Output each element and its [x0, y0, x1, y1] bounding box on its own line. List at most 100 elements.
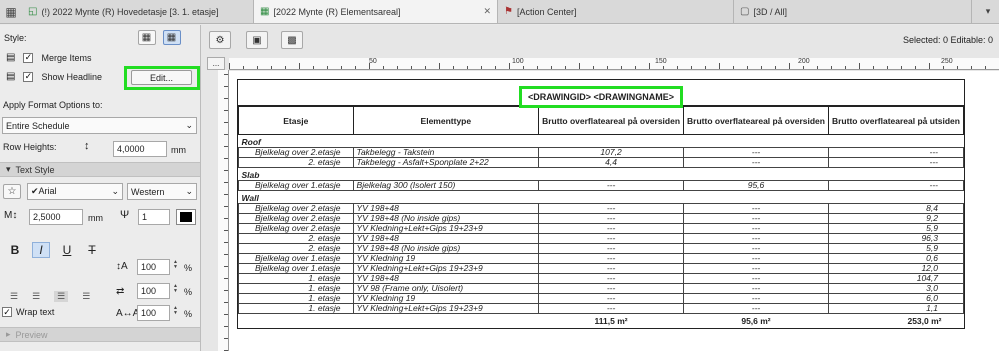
table-cell[interactable]: YV 198+48 (No inside gips) [352, 213, 540, 224]
tab-schedule[interactable]: ▦ [2022 Mynte (R) Elementsareal] ✕ [254, 0, 498, 23]
column-header[interactable]: Etasje [238, 106, 354, 135]
table-cell[interactable]: YV 198+48 (No inside gips) [352, 243, 540, 254]
align-left-icon[interactable]: ☰ [10, 291, 18, 302]
table-cell[interactable]: --- [538, 223, 685, 234]
table-cell[interactable]: 104,7 [827, 273, 965, 284]
table-cell[interactable]: 5,9 [827, 243, 965, 254]
tab-floor-plan[interactable]: ◱ (!) 2022 Mynte (R) Hovedetasje [3. 1. … [22, 0, 254, 23]
tab-3d[interactable]: ▢ [3D / All] [734, 0, 972, 23]
ruler-corner[interactable]: ... [207, 57, 225, 70]
zoom-selection-icon[interactable]: ▩ [281, 31, 303, 49]
tab-overview-icon[interactable]: ▦ [0, 0, 22, 23]
table-cell[interactable]: 1. etasje [238, 303, 354, 314]
zoom-fit-icon[interactable]: ▣ [246, 31, 268, 49]
table-cell[interactable]: YV Kledning 19 [352, 293, 540, 304]
table-cell[interactable]: --- [683, 253, 829, 264]
indent2-input[interactable]: 100 [137, 283, 170, 299]
table-cell[interactable]: --- [683, 203, 829, 214]
table-cell[interactable]: 2. etasje [238, 157, 354, 168]
table-row[interactable]: 1. etasje YV Kledning 19 --- --- 6,0 [238, 293, 965, 304]
table-cell[interactable]: --- [683, 223, 829, 234]
indent2-spinner[interactable]: ▲ ▼ [173, 284, 178, 294]
font-select[interactable]: ✔Arial ⌄ [27, 183, 123, 200]
table-cell[interactable]: --- [683, 273, 829, 284]
table-cell[interactable]: --- [538, 233, 685, 244]
pen-input[interactable]: 1 [138, 209, 170, 225]
table-cell[interactable]: Takbelegg - Asfalt+Sponplate 2+22 [352, 157, 540, 168]
table-cell[interactable]: YV 98 (Frame only, Uisolert) [352, 283, 540, 294]
table-row[interactable]: Bjelkelag over 2.etasje YV 198+48 --- --- 8,… [238, 203, 965, 214]
preview-section[interactable]: ▸ Preview [0, 327, 200, 342]
table-cell[interactable]: YV Kledning+Lekt+Gips 19+23+9 [352, 263, 540, 274]
table-cell[interactable]: --- [538, 293, 685, 304]
table-cell[interactable]: 2. etasje [238, 243, 354, 254]
table-cell[interactable]: Bjelkelag over 2.etasje [238, 203, 354, 214]
table-cell[interactable]: YV Kledning+Lekt+Gips 19+23+9 [352, 303, 540, 314]
schedule-title[interactable]: <DRAWINGID> <DRAWINGNAME> [518, 86, 684, 108]
tab-action-center[interactable]: ⚑ [Action Center] [498, 0, 734, 23]
table-cell[interactable]: --- [683, 213, 829, 224]
table-row[interactable]: 1. etasje YV 98 (Frame only, Uisolert) ---… [238, 283, 965, 294]
charset-select[interactable]: Western ⌄ [127, 183, 197, 200]
table-row[interactable]: Bjelkelag over 2.etasje Takbelegg - Takst… [238, 147, 965, 158]
align-justify-icon[interactable]: ☰ [82, 291, 90, 302]
table-cell[interactable]: 1. etasje [238, 273, 354, 284]
table-cell[interactable]: YV Kledning 19 [352, 253, 540, 264]
table-cell[interactable]: 1. etasje [238, 283, 354, 294]
bold-icon[interactable]: B [7, 243, 23, 257]
style-list-icon[interactable]: ▦ [137, 30, 156, 45]
table-cell[interactable]: --- [538, 303, 685, 314]
table-cell[interactable]: Bjelkelag over 2.etasje [238, 223, 354, 234]
font-size-input[interactable]: 2,5000 [29, 209, 83, 225]
wrap-text-checkbox[interactable]: ✓ [2, 307, 12, 317]
pen-color-swatch[interactable] [176, 209, 196, 225]
column-header[interactable]: Brutto overflateareal på oversiden [683, 106, 829, 135]
table-cell[interactable]: --- [683, 303, 829, 314]
table-cell[interactable]: Bjelkelag over 2.etasje [238, 213, 354, 224]
table-cell[interactable]: --- [827, 147, 965, 158]
table-cell[interactable]: --- [683, 293, 829, 304]
table-row[interactable]: Bjelkelag over 2.etasje YV Kledning+Lekt+… [238, 223, 965, 234]
table-cell[interactable]: YV Kledning+Lekt+Gips 19+23+9 [352, 223, 540, 234]
column-header[interactable]: Brutto overflateareal på oversiden [538, 106, 685, 135]
table-cell[interactable]: --- [538, 180, 685, 191]
table-cell[interactable]: 5,9 [827, 223, 965, 234]
column-header[interactable]: Elementtype [352, 106, 540, 135]
table-cell[interactable]: 2. etasje [238, 233, 354, 244]
table-cell[interactable]: --- [538, 253, 685, 264]
table-row[interactable]: Bjelkelag over 2.etasje YV 198+48 (No ins… [238, 213, 965, 224]
table-cell[interactable]: --- [538, 283, 685, 294]
style-grid-icon[interactable]: ▦ [162, 30, 181, 45]
table-cell[interactable]: Bjelkelag 300 (Isolert 150) [352, 180, 540, 191]
settings-gear-icon[interactable]: ⚙ [209, 31, 231, 49]
table-cell[interactable]: --- [683, 263, 829, 274]
table-cell[interactable]: --- [538, 213, 685, 224]
indent1-input[interactable]: 100 [137, 259, 170, 275]
table-cell[interactable]: 107,2 [538, 147, 685, 158]
merge-items-checkbox[interactable]: ✓ [23, 52, 34, 63]
table-cell[interactable]: 0,6 [827, 253, 965, 264]
table-cell[interactable]: --- [538, 203, 685, 214]
table-row[interactable]: Bjelkelag over 1.etasje Bjelkelag 300 (Is… [238, 180, 965, 191]
table-cell[interactable]: Bjelkelag over 1.etasje [238, 253, 354, 264]
table-cell[interactable]: Bjelkelag over 1.etasje [238, 180, 354, 191]
table-cell[interactable]: YV 198+48 [352, 273, 540, 284]
align-right-icon[interactable]: ☰ [54, 291, 69, 302]
table-cell[interactable]: Bjelkelag over 1.etasje [238, 263, 354, 274]
table-row[interactable]: Bjelkelag over 1.etasje YV Kledning 19 ---… [238, 253, 965, 264]
table-row[interactable]: Bjelkelag over 1.etasje YV Kledning+Lekt+… [238, 263, 965, 274]
table-cell[interactable]: --- [538, 243, 685, 254]
table-cell[interactable]: --- [683, 147, 829, 158]
table-cell[interactable]: 4,4 [538, 157, 685, 168]
table-cell[interactable]: --- [683, 283, 829, 294]
table-row[interactable]: 2. etasje Takbelegg - Asfalt+Sponplate 2+… [238, 157, 965, 168]
table-cell[interactable]: 95,6 [683, 180, 829, 191]
table-cell[interactable]: 12,0 [827, 263, 965, 274]
strikethrough-icon[interactable]: T [84, 243, 100, 257]
close-icon[interactable]: ✕ [483, 6, 491, 17]
align-center-icon[interactable]: ☰ [32, 291, 40, 302]
table-cell[interactable]: YV 198+48 [352, 203, 540, 214]
table-cell[interactable]: 1. etasje [238, 293, 354, 304]
italic-icon[interactable]: I [32, 242, 50, 258]
tab-list-icon[interactable]: ▾ [977, 0, 999, 23]
